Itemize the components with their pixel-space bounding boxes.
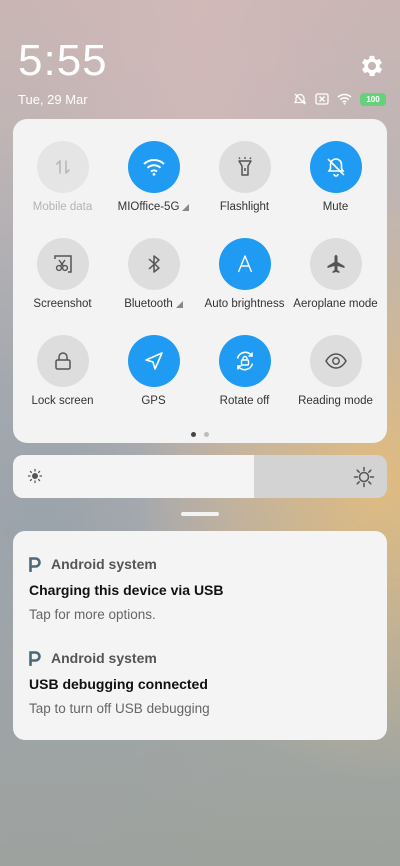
- tile-label: Reading mode: [298, 395, 373, 407]
- mute-toggle[interactable]: [309, 141, 362, 193]
- page-dot[interactable]: [204, 432, 209, 437]
- bluetooth-toggle[interactable]: [127, 238, 180, 290]
- notification-item[interactable]: Android system Charging this device via …: [29, 556, 224, 622]
- tile-mobile-data[interactable]: Mobile data: [17, 141, 108, 238]
- tile-reading-mode[interactable]: Reading mode: [290, 335, 381, 432]
- mobile-data-toggle[interactable]: [36, 141, 89, 193]
- tile-wifi[interactable]: MIOffice-5G: [108, 141, 199, 238]
- tile-screenshot[interactable]: Screenshot: [17, 238, 108, 335]
- gps-arrow-icon: [144, 352, 163, 370]
- brightness-fill[interactable]: [13, 455, 255, 498]
- quick-settings-panel: Mobile data MIOffice-5G Flashlight Mute …: [13, 119, 387, 443]
- screenshot-scissors-icon: [53, 255, 72, 273]
- battery-icon: 100: [360, 92, 386, 106]
- tile-label-wrap: Bluetooth: [124, 298, 183, 310]
- gps-toggle[interactable]: [127, 335, 180, 387]
- tile-label: Flashlight: [219, 201, 270, 213]
- brightness-slider[interactable]: [13, 455, 387, 498]
- tile-aeroplane-mode[interactable]: Aeroplane mode: [290, 238, 381, 335]
- drag-handle[interactable]: [181, 512, 219, 516]
- bluetooth-icon: [147, 255, 160, 273]
- wifi-icon: [142, 159, 165, 176]
- tile-label: Mute: [322, 201, 349, 213]
- notification-app-name: Android system: [51, 556, 157, 572]
- reading-mode-toggle[interactable]: [309, 335, 362, 387]
- flashlight-toggle[interactable]: [218, 141, 271, 193]
- page-dot-active[interactable]: [191, 432, 196, 437]
- auto-brightness-toggle[interactable]: [218, 238, 271, 290]
- tile-label: Mobile data: [32, 201, 93, 213]
- tile-bluetooth[interactable]: Bluetooth: [108, 238, 199, 335]
- tile-rotate[interactable]: Rotate off: [199, 335, 290, 432]
- expand-triangle-icon: [175, 300, 183, 308]
- tile-label: Auto brightness: [204, 298, 285, 310]
- eye-icon: [324, 353, 347, 369]
- notification-header: Android system: [29, 650, 210, 666]
- auto-brightness-icon: [237, 255, 252, 273]
- gear-icon[interactable]: [358, 52, 386, 80]
- notification-header: Android system: [29, 556, 224, 572]
- flashlight-icon: [237, 157, 252, 176]
- notification-card: Android system Charging this device via …: [13, 531, 387, 740]
- rotate-toggle[interactable]: [218, 335, 271, 387]
- screenshot-toggle[interactable]: [36, 238, 89, 290]
- notification-item[interactable]: Android system USB debugging connected T…: [29, 650, 210, 716]
- alarm-off-icon: [293, 93, 307, 105]
- tile-lock-screen[interactable]: Lock screen: [17, 335, 108, 432]
- sun-small-icon: [27, 468, 43, 484]
- status-icons: 100: [293, 91, 386, 107]
- wifi-icon: [337, 93, 352, 105]
- battery-level: 100: [366, 94, 380, 104]
- tile-label: Rotate off: [219, 395, 270, 407]
- tile-label: GPS: [141, 395, 166, 407]
- tile-mute[interactable]: Mute: [290, 141, 381, 238]
- aeroplane-icon: [327, 255, 344, 273]
- notification-text: Tap to turn off USB debugging: [29, 701, 210, 716]
- lock-screen-toggle[interactable]: [36, 335, 89, 387]
- android-system-icon: [29, 650, 41, 666]
- quick-settings-grid: Mobile data MIOffice-5G Flashlight Mute …: [13, 141, 391, 432]
- tile-gps[interactable]: GPS: [108, 335, 199, 432]
- notification-app-name: Android system: [51, 650, 157, 666]
- clock-time[interactable]: 5:55: [18, 36, 108, 86]
- tile-auto-brightness[interactable]: Auto brightness: [199, 238, 290, 335]
- aeroplane-toggle[interactable]: [309, 238, 362, 290]
- wifi-toggle[interactable]: [127, 141, 180, 193]
- notification-title: Charging this device via USB: [29, 582, 224, 598]
- tile-label: MIOffice-5G: [117, 201, 180, 213]
- tile-label: Screenshot: [33, 298, 92, 310]
- no-sim-icon: [315, 93, 329, 105]
- tile-label: Bluetooth: [124, 298, 173, 310]
- android-system-icon: [29, 556, 41, 572]
- sun-large-icon: [353, 466, 375, 488]
- page-indicator: [13, 432, 387, 437]
- lock-icon: [54, 352, 71, 370]
- tile-label: Aeroplane mode: [293, 298, 378, 310]
- tile-flashlight[interactable]: Flashlight: [199, 141, 290, 238]
- notification-text: Tap for more options.: [29, 607, 156, 622]
- tile-label: Lock screen: [31, 395, 94, 407]
- notification-title: USB debugging connected: [29, 676, 208, 692]
- expand-triangle-icon: [182, 203, 190, 211]
- mobile-data-icon: [55, 160, 70, 174]
- rotate-lock-icon: [236, 351, 253, 371]
- tile-label-wrap: MIOffice-5G: [118, 201, 190, 213]
- mute-bell-icon: [326, 158, 345, 177]
- date-text[interactable]: Tue, 29 Mar: [18, 92, 88, 107]
